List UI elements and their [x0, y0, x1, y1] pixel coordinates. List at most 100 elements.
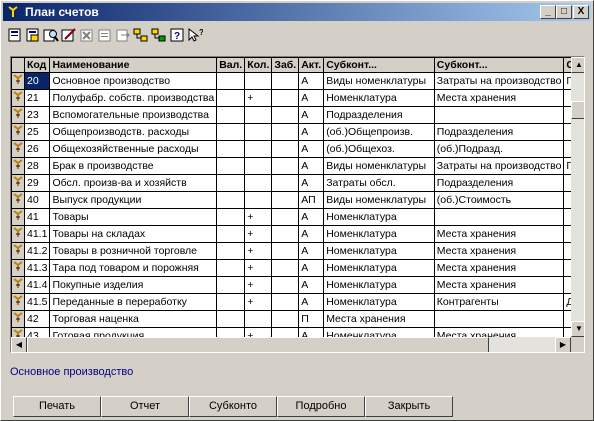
- table-row[interactable]: 25 Общепроизводств. расходы А (об.)Общепрои…: [11, 123, 584, 141]
- cell-currency[interactable]: [216, 225, 246, 243]
- cell-name[interactable]: Общепроизводств. расходы: [49, 123, 218, 141]
- cell-currency[interactable]: [216, 191, 246, 209]
- cell-active[interactable]: А: [298, 259, 325, 277]
- cell-name[interactable]: Общехозяйственные расходы: [49, 140, 218, 158]
- cell-subconto1[interactable]: Номенклатура: [323, 276, 435, 294]
- cell-currency[interactable]: [216, 174, 246, 192]
- cell-subconto1[interactable]: Номенклатура: [323, 242, 435, 260]
- cell-active[interactable]: А: [298, 140, 325, 158]
- cell-quantity[interactable]: [244, 140, 273, 158]
- title-bar[interactable]: План счетов _ □ X: [3, 3, 591, 21]
- details-button[interactable]: Подробно: [277, 396, 365, 417]
- cell-active[interactable]: А: [298, 208, 325, 226]
- tree-icon[interactable]: [133, 27, 149, 43]
- cell-currency[interactable]: [216, 140, 246, 158]
- cell-quantity[interactable]: [244, 310, 273, 328]
- cell-subconto2[interactable]: Места хранения: [433, 242, 565, 260]
- cell-subconto1[interactable]: (об.)Общепроизв.: [323, 123, 435, 141]
- table-row[interactable]: 41.1 Товары на складах + А Номенклатура Места…: [11, 225, 584, 243]
- cell-code[interactable]: 26: [23, 140, 51, 158]
- cell-offbalance[interactable]: [271, 140, 300, 158]
- cell-subconto2[interactable]: (об.)Подразд.: [433, 140, 565, 158]
- horizontal-scroll-thumb[interactable]: [27, 337, 489, 352]
- cell-currency[interactable]: [216, 89, 246, 107]
- cell-quantity[interactable]: [244, 72, 273, 90]
- cell-code[interactable]: 41.3: [23, 259, 51, 277]
- cell-code[interactable]: 41.2: [23, 242, 51, 260]
- help-icon[interactable]: ?: [169, 27, 185, 43]
- properties-icon[interactable]: [115, 27, 131, 43]
- table-row[interactable]: 41.2 Товары в розничной торговле + А Номенкл…: [11, 242, 584, 260]
- cell-active[interactable]: АП: [298, 191, 325, 209]
- cell-currency[interactable]: [216, 123, 246, 141]
- table-row[interactable]: 41.5 Переданные в переработку + А Номенклату…: [11, 293, 584, 311]
- cell-code[interactable]: 21: [23, 89, 51, 107]
- cell-quantity[interactable]: [244, 174, 273, 192]
- cell-name[interactable]: Вспомогательные производства: [49, 106, 218, 124]
- table-row[interactable]: 41.3 Тара под товаром и порожняя + А Номенкл…: [11, 259, 584, 277]
- cell-offbalance[interactable]: [271, 72, 300, 90]
- scroll-left-button[interactable]: ◀: [11, 337, 27, 352]
- cell-active[interactable]: А: [298, 293, 325, 311]
- cell-code[interactable]: 23: [23, 106, 51, 124]
- cell-subconto2[interactable]: Контрагенты: [433, 293, 565, 311]
- cell-offbalance[interactable]: [271, 89, 300, 107]
- cell-subconto1[interactable]: Виды номенклатуры: [323, 191, 435, 209]
- cell-quantity[interactable]: +: [244, 293, 273, 311]
- cell-offbalance[interactable]: [271, 310, 300, 328]
- cell-currency[interactable]: [216, 208, 246, 226]
- table-row[interactable]: 20 Основное производство А Виды номенклатур…: [11, 72, 584, 90]
- cell-currency[interactable]: [216, 242, 246, 260]
- cell-active[interactable]: А: [298, 89, 325, 107]
- maximize-button[interactable]: □: [556, 5, 572, 19]
- cell-name[interactable]: Основное производство: [49, 72, 218, 90]
- cell-currency[interactable]: [216, 293, 246, 311]
- tree-edit-icon[interactable]: [151, 27, 167, 43]
- cell-offbalance[interactable]: [271, 242, 300, 260]
- table-row[interactable]: 42 Торговая наценка П Места хранения: [11, 310, 584, 328]
- table-row[interactable]: 21 Полуфабр. собств. производства + А Номенк…: [11, 89, 584, 107]
- cell-name[interactable]: Торговая наценка: [49, 310, 218, 328]
- cell-subconto2[interactable]: Места хранения: [433, 225, 565, 243]
- cell-active[interactable]: А: [298, 276, 325, 294]
- close-button[interactable]: X: [573, 5, 589, 19]
- cell-code[interactable]: 25: [23, 123, 51, 141]
- cell-name[interactable]: Покупные изделия: [49, 276, 218, 294]
- cell-subconto1[interactable]: Затраты обсл.: [323, 174, 435, 192]
- cell-quantity[interactable]: +: [244, 225, 273, 243]
- cell-subconto2[interactable]: Затраты на производство: [433, 72, 565, 90]
- edit-icon[interactable]: [61, 27, 77, 43]
- table-row[interactable]: 28 Брак в производстве А Виды номенклатуры З…: [11, 157, 584, 175]
- cell-active[interactable]: А: [298, 106, 325, 124]
- table-row[interactable]: 23 Вспомогательные производства А Подраздел…: [11, 106, 584, 124]
- cell-name[interactable]: Обсл. произв-ва и хозяйств: [49, 174, 218, 192]
- cell-offbalance[interactable]: [271, 191, 300, 209]
- cell-code[interactable]: 41.5: [23, 293, 51, 311]
- col-header-code[interactable]: Код: [23, 57, 51, 73]
- cell-currency[interactable]: [216, 157, 246, 175]
- cell-subconto2[interactable]: Места хранения: [433, 276, 565, 294]
- cell-currency[interactable]: [216, 72, 246, 90]
- cell-currency[interactable]: [216, 276, 246, 294]
- vertical-scroll-thumb[interactable]: [571, 101, 584, 119]
- cell-name[interactable]: Товары: [49, 208, 218, 226]
- cell-quantity[interactable]: [244, 191, 273, 209]
- print-button[interactable]: Печать: [13, 396, 101, 417]
- subconto-button[interactable]: Субконто: [189, 396, 277, 417]
- col-header-offbalance[interactable]: Заб.: [271, 57, 300, 73]
- cell-subconto1[interactable]: Номенклатура: [323, 225, 435, 243]
- cell-code[interactable]: 20: [23, 72, 51, 90]
- pointer-help-icon[interactable]: ?: [187, 27, 203, 43]
- cell-currency[interactable]: [216, 310, 246, 328]
- col-header-name[interactable]: Наименование: [49, 57, 218, 73]
- minimize-button[interactable]: _: [540, 5, 556, 19]
- cell-name[interactable]: Товары в розничной торговле: [49, 242, 218, 260]
- table-row[interactable]: 40 Выпуск продукции АП Виды номенклатуры (об…: [11, 191, 584, 209]
- scroll-down-button[interactable]: ▼: [571, 321, 584, 337]
- close-dialog-button[interactable]: Закрыть: [365, 396, 453, 417]
- cell-name[interactable]: Выпуск продукции: [49, 191, 218, 209]
- cell-active[interactable]: А: [298, 242, 325, 260]
- cell-code[interactable]: 28: [23, 157, 51, 175]
- cell-subconto2[interactable]: Подразделения: [433, 123, 565, 141]
- cell-quantity[interactable]: +: [244, 242, 273, 260]
